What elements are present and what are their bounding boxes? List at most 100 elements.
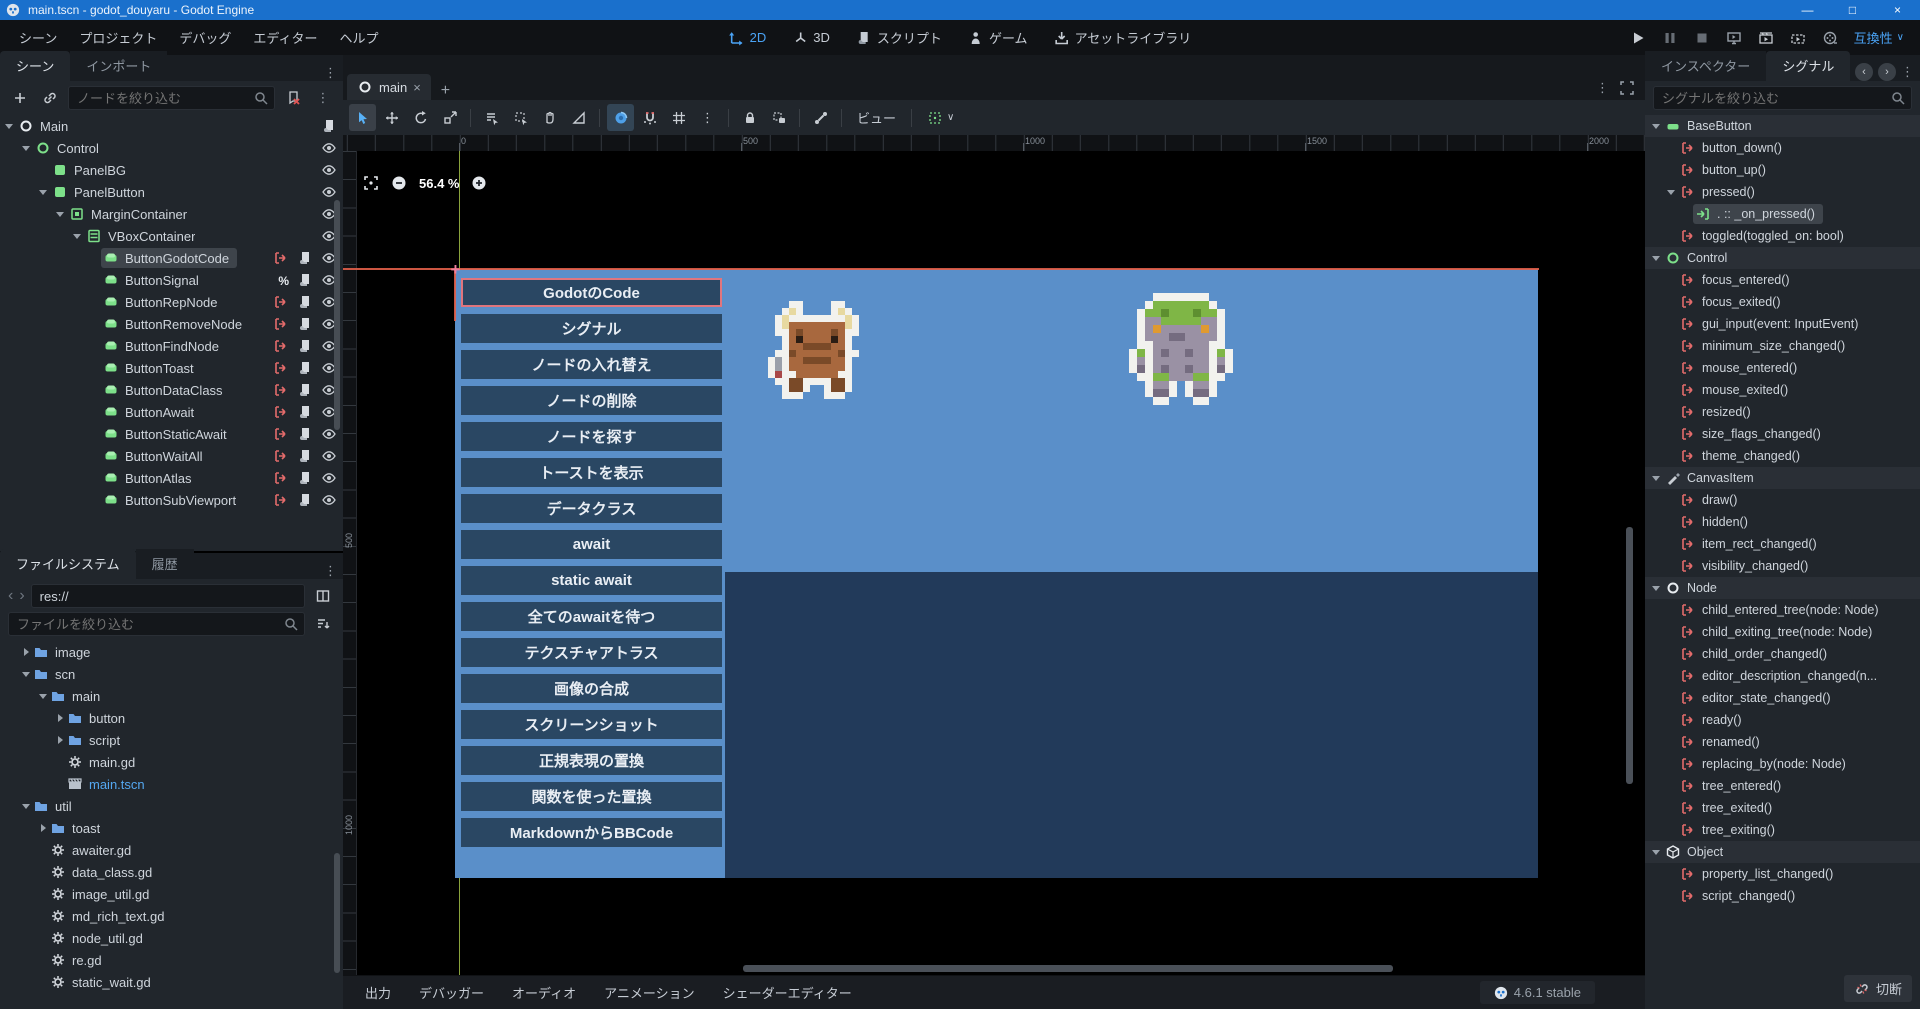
- workspace-スクリプト[interactable]: スクリプト: [846, 24, 952, 51]
- fs-path-input[interactable]: [31, 584, 305, 608]
- signal-row[interactable]: child_exiting_tree(node: Node): [1645, 621, 1920, 643]
- chevron-open-icon[interactable]: [4, 121, 14, 131]
- signal-row[interactable]: gui_input(event: InputEvent): [1645, 313, 1920, 335]
- canvas-button-ノードを探す[interactable]: ノードを探す: [461, 422, 722, 451]
- scene-node-ButtonSignal[interactable]: ButtonSignal%: [0, 269, 343, 291]
- moss-golem-sprite[interactable]: [1129, 293, 1233, 405]
- fs-entry-data_class.gd[interactable]: data_class.gd: [0, 861, 343, 883]
- signal-row[interactable]: resized(): [1645, 401, 1920, 423]
- canvas-button-GodotのCode[interactable]: GodotのCode: [461, 278, 722, 307]
- scene-filter-input[interactable]: [68, 86, 275, 110]
- fs-entry-static_wait.gd[interactable]: static_wait.gd: [0, 971, 343, 993]
- signal-row[interactable]: mouse_exited(): [1645, 379, 1920, 401]
- remote-debug-button[interactable]: [1720, 25, 1748, 51]
- canvas-vscrollbar[interactable]: [1626, 527, 1633, 784]
- signal-row[interactable]: focus_exited(): [1645, 291, 1920, 313]
- signal-row[interactable]: Control: [1645, 247, 1920, 269]
- disconnect-button[interactable]: 切断: [1844, 975, 1912, 1002]
- eye-badge-icon[interactable]: [321, 140, 337, 156]
- chevron-open-icon[interactable]: [1651, 473, 1661, 483]
- signal-row[interactable]: replacing_by(node: Node): [1645, 753, 1920, 775]
- play-scene-button[interactable]: [1752, 25, 1780, 51]
- pause-button[interactable]: [1656, 25, 1684, 51]
- menu-project[interactable]: プロジェクト: [68, 24, 168, 51]
- scene-tab-main[interactable]: main ×: [347, 74, 431, 100]
- script-badge-icon[interactable]: [297, 404, 313, 420]
- fs-entry-re.gd[interactable]: re.gd: [0, 949, 343, 971]
- snap-toggle-icon[interactable]: [607, 104, 634, 131]
- signal-row[interactable]: child_order_changed(): [1645, 643, 1920, 665]
- zoom-level[interactable]: 56.4 %: [419, 176, 459, 191]
- script-badge-icon[interactable]: [297, 272, 313, 288]
- canvas-button-スクリーンショット[interactable]: スクリーンショット: [461, 710, 722, 739]
- script-badge-icon[interactable]: [297, 316, 313, 332]
- script-badge-icon[interactable]: [321, 118, 337, 134]
- chevron-open-icon[interactable]: [1666, 187, 1676, 197]
- script-badge-icon[interactable]: [297, 360, 313, 376]
- script-badge-icon[interactable]: [297, 294, 313, 310]
- chevron-open-icon[interactable]: [21, 801, 31, 811]
- percent-badge-icon[interactable]: %: [278, 273, 289, 288]
- add-node-button[interactable]: [8, 86, 32, 110]
- canvas-button-static await[interactable]: static await: [461, 566, 722, 595]
- stop-button[interactable]: [1688, 25, 1716, 51]
- tab-fs-dock-menu-icon[interactable]: ⋮: [324, 563, 337, 579]
- split-view-icon[interactable]: [311, 584, 335, 608]
- fs-entry-main.tscn[interactable]: main.tscn: [0, 773, 343, 795]
- attach-script-button[interactable]: [281, 86, 305, 110]
- scene-node-Control[interactable]: Control: [0, 137, 343, 159]
- skeleton-options-icon[interactable]: [807, 104, 834, 131]
- center-view-icon[interactable]: [363, 175, 379, 191]
- chevron-closed-icon[interactable]: [21, 647, 31, 657]
- signal-row[interactable]: editor_state_changed(): [1645, 687, 1920, 709]
- menu-scene[interactable]: シーン: [8, 24, 68, 51]
- canvas-button-データクラス[interactable]: データクラス: [461, 494, 722, 523]
- menu-editor[interactable]: エディター: [242, 24, 328, 51]
- canvas-button-await[interactable]: await: [461, 530, 722, 559]
- close-button[interactable]: ×: [1875, 0, 1920, 20]
- tab-signal-dock-menu-icon[interactable]: ⋮: [1901, 64, 1914, 80]
- canvas-button-シグナル[interactable]: シグナル: [461, 314, 722, 343]
- maximize-button[interactable]: □: [1830, 0, 1875, 20]
- fs-entry-button[interactable]: button: [0, 707, 343, 729]
- eye-badge-icon[interactable]: [321, 162, 337, 178]
- select-tool-icon[interactable]: [349, 104, 376, 131]
- scene-tree-scrollbar[interactable]: [334, 200, 340, 430]
- chevron-open-icon[interactable]: [38, 691, 48, 701]
- signal-row[interactable]: focus_entered(): [1645, 269, 1920, 291]
- instance-scene-button[interactable]: [38, 86, 62, 110]
- signal-row[interactable]: script_changed(): [1645, 885, 1920, 907]
- scene-node-Main[interactable]: Main: [0, 115, 343, 137]
- scene-node-ButtonFindNode[interactable]: ButtonFindNode: [0, 335, 343, 357]
- signal-badge-icon[interactable]: [273, 338, 289, 354]
- chevron-open-icon[interactable]: [1651, 121, 1661, 131]
- new-scene-tab-button[interactable]: +: [431, 82, 460, 100]
- bull-warrior-sprite[interactable]: [768, 301, 866, 399]
- signal-row[interactable]: BaseButton: [1645, 115, 1920, 137]
- tab-scene-dock-シーン[interactable]: シーン: [0, 51, 70, 81]
- signal-badge-icon[interactable]: [273, 404, 289, 420]
- tab-fs-dock-ファイルシステム[interactable]: ファイルシステム: [0, 549, 136, 579]
- signal-badge-icon[interactable]: [273, 294, 289, 310]
- signal-row[interactable]: pressed(): [1645, 181, 1920, 203]
- file-sort-icon[interactable]: [311, 612, 335, 636]
- scene-node-ButtonAtlas[interactable]: ButtonAtlas: [0, 467, 343, 489]
- pan-tool-icon[interactable]: [536, 104, 563, 131]
- chevron-open-icon[interactable]: [1651, 253, 1661, 263]
- chevron-open-icon[interactable]: [38, 187, 48, 197]
- signal-row[interactable]: visibility_changed(): [1645, 555, 1920, 577]
- signal-row[interactable]: tree_exiting(): [1645, 819, 1920, 841]
- signal-row[interactable]: Node: [1645, 577, 1920, 599]
- ruler-tool-icon[interactable]: [565, 104, 592, 131]
- script-badge-icon[interactable]: [297, 470, 313, 486]
- canvas-button-ノードの入れ替え[interactable]: ノードの入れ替え: [461, 350, 722, 379]
- signal-row[interactable]: size_flags_changed(): [1645, 423, 1920, 445]
- smart-snap-options-icon[interactable]: [636, 104, 663, 131]
- signal-row[interactable]: theme_changed(): [1645, 445, 1920, 467]
- script-badge-icon[interactable]: [297, 250, 313, 266]
- workspace-アセットライブラリ[interactable]: アセットライブラリ: [1044, 24, 1202, 51]
- signal-row[interactable]: tree_exited(): [1645, 797, 1920, 819]
- signal-row[interactable]: property_list_changed(): [1645, 863, 1920, 885]
- fs-entry-node_util.gd[interactable]: node_util.gd: [0, 927, 343, 949]
- movie-maker-button[interactable]: [1816, 25, 1844, 51]
